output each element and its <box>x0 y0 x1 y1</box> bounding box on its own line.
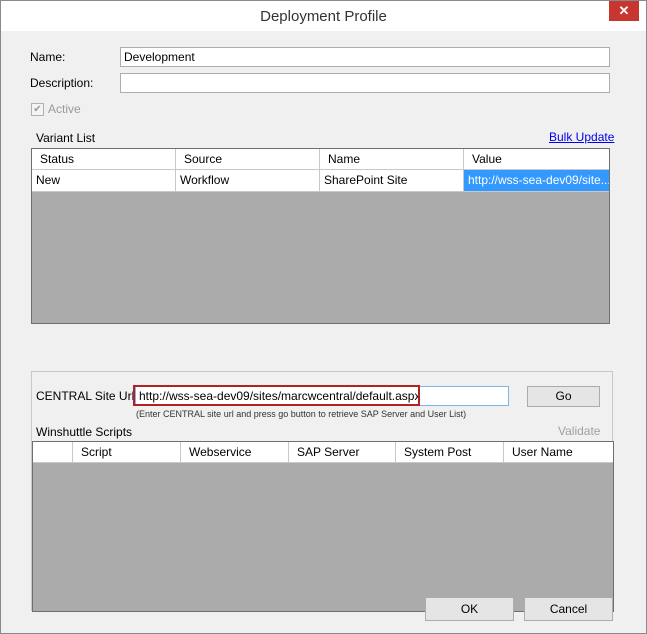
active-checkbox[interactable]: ✔ <box>31 103 44 116</box>
ok-button[interactable]: OK <box>425 597 514 621</box>
table-row[interactable]: New Workflow SharePoint Site http://wss-… <box>32 170 609 192</box>
central-group: CENTRAL Site Url : http://wss-sea-dev09/… <box>31 371 614 612</box>
name-field[interactable]: Development <box>120 47 610 67</box>
scripts-grid-header: Script Webservice SAP Server System Post… <box>33 442 613 463</box>
cancel-button[interactable]: Cancel <box>524 597 613 621</box>
winshuttle-scripts-label: Winshuttle Scripts <box>36 425 133 439</box>
column-header-value[interactable]: Value <box>464 149 609 169</box>
url-highlight-box <box>133 385 420 406</box>
window-title: Deployment Profile <box>260 8 387 25</box>
description-field[interactable] <box>120 73 610 93</box>
column-header-name[interactable]: Name <box>320 149 464 169</box>
cell-source[interactable]: Workflow <box>176 170 320 191</box>
active-label: Active <box>48 102 81 116</box>
column-header-webservice[interactable]: Webservice <box>181 442 289 462</box>
variant-grid-header: Status Source Name Value <box>32 149 609 170</box>
column-header-selector <box>33 442 73 462</box>
column-header-source[interactable]: Source <box>176 149 320 169</box>
go-button[interactable]: Go <box>527 386 600 407</box>
validate-link[interactable]: Validate <box>558 424 600 438</box>
column-header-script[interactable]: Script <box>73 442 181 462</box>
cell-status[interactable]: New <box>32 170 176 191</box>
column-header-system-post[interactable]: System Post <box>396 442 504 462</box>
cell-value[interactable]: http://wss-sea-dev09/site... <box>464 170 609 191</box>
name-label: Name: <box>30 50 66 64</box>
variant-list-label: Variant List <box>36 131 96 145</box>
deployment-profile-dialog: Deployment Profile ✕ Name: Development D… <box>0 0 647 634</box>
variant-grid[interactable]: Status Source Name Value New Workflow Sh… <box>31 148 610 324</box>
central-site-url-label: CENTRAL Site Url : <box>36 389 141 403</box>
column-header-sap-server[interactable]: SAP Server <box>289 442 396 462</box>
title-bar: Deployment Profile ✕ <box>1 1 646 31</box>
cell-name[interactable]: SharePoint Site <box>320 170 464 191</box>
column-header-user-name[interactable]: User Name <box>504 442 613 462</box>
bulk-update-link[interactable]: Bulk Update <box>549 130 614 144</box>
scripts-grid[interactable]: Script Webservice SAP Server System Post… <box>32 441 614 612</box>
description-label: Description: <box>30 76 94 90</box>
column-header-status[interactable]: Status <box>32 149 176 169</box>
close-icon[interactable]: ✕ <box>609 1 639 21</box>
site-url-hint: (Enter CENTRAL site url and press go but… <box>136 409 467 419</box>
dialog-body: Name: Development Description: ✔ Active … <box>9 31 638 625</box>
